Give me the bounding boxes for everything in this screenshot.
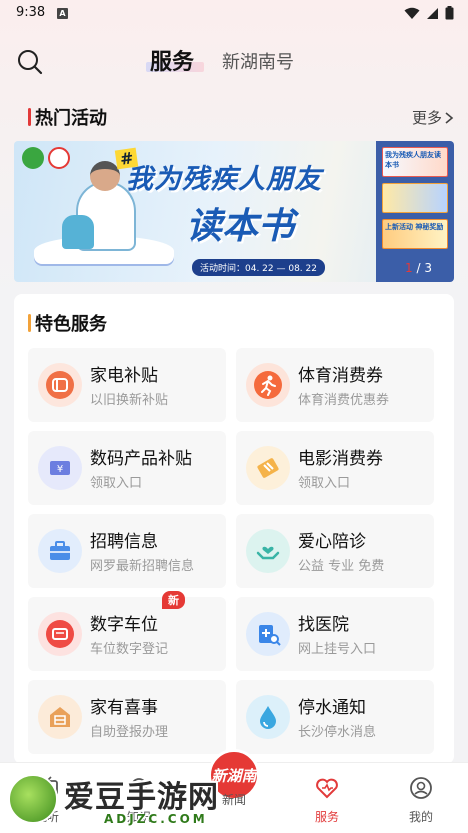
service-desc: 以旧换新补贴	[90, 393, 169, 408]
service-desc: 长沙停水消息	[298, 725, 377, 740]
battery-icon	[445, 6, 454, 20]
parking-icon	[38, 612, 82, 656]
service-desc: 自助登报办理	[90, 725, 169, 740]
service-appliance-subsidy[interactable]: 家电补贴 以旧换新补贴	[28, 348, 226, 422]
status-bar: 9:38 A	[0, 0, 468, 28]
special-services-title: 特色服务	[35, 314, 107, 335]
chevron-right-icon	[445, 111, 454, 124]
watermark-url: ADJZC.COM	[104, 812, 208, 826]
banner-total-pages: / 3	[416, 261, 433, 275]
service-name: 招聘信息	[90, 532, 158, 552]
service-name: 找医院	[298, 615, 349, 635]
service-caring-escort[interactable]: 爱心陪诊 公益 专业 免费	[236, 514, 434, 588]
wifi-icon	[404, 7, 420, 19]
search-button[interactable]	[16, 48, 44, 76]
notification-icon: A	[57, 8, 68, 19]
signal-icon	[427, 7, 438, 19]
status-indicators	[404, 6, 454, 20]
service-name: 数字车位	[90, 615, 158, 635]
tab-xinhunan-account[interactable]: 新湖南号	[222, 48, 294, 74]
hospital-search-icon	[246, 612, 290, 656]
nav-label: 服务	[314, 810, 339, 824]
tab-service[interactable]: 服务	[150, 44, 194, 76]
movie-ticket-icon	[246, 446, 290, 490]
new-badge: 新	[162, 591, 185, 609]
service-name: 家电补贴	[90, 366, 158, 386]
service-digital-parking[interactable]: 数字车位 车位数字登记 新	[28, 591, 226, 671]
ticket-yuan-icon: ¥	[38, 446, 82, 490]
top-header: 服务 新湖南号	[0, 40, 468, 84]
child-illustration	[62, 215, 94, 249]
banner-thumb[interactable]	[382, 183, 448, 213]
service-movie-voucher[interactable]: 电影消费券 领取入口	[236, 431, 434, 505]
heart-service-icon	[316, 778, 338, 799]
service-recruitment[interactable]: 招聘信息 网罗最新招聘信息	[28, 514, 226, 588]
section-accent-bar	[28, 314, 31, 332]
service-name: 体育消费券	[298, 366, 383, 386]
banner-current-page: 1	[405, 261, 413, 275]
more-link[interactable]: 更多	[412, 107, 454, 128]
service-find-hospital[interactable]: 找医院 网上挂号入口	[236, 597, 434, 671]
water-drop-icon	[246, 695, 290, 739]
service-desc: 公益 专业 免费	[298, 559, 385, 574]
service-desc: 网上挂号入口	[298, 642, 377, 657]
service-digital-subsidy[interactable]: ¥ 数码产品补贴 领取入口	[28, 431, 226, 505]
search-icon	[18, 50, 43, 75]
service-water-outage[interactable]: 停水通知 长沙停水消息	[236, 680, 434, 754]
organizer-logo	[22, 147, 44, 169]
user-icon	[410, 777, 432, 799]
briefcase-icon	[38, 529, 82, 573]
banner-page-counter: 1 / 3	[405, 261, 432, 275]
banner-thumb[interactable]: 上新活动 神秘奖励	[382, 219, 448, 249]
person-head-illustration	[90, 161, 120, 191]
nav-item-service[interactable]: 服务	[292, 771, 362, 825]
watermark-logo-icon	[8, 774, 58, 824]
service-name: 电影消费券	[298, 449, 383, 469]
site-watermark: 爱豆手游网 ADJZC.COM	[8, 770, 248, 830]
service-desc: 车位数字登记	[90, 642, 169, 657]
service-name: 爱心陪诊	[298, 532, 366, 552]
banner-thumb[interactable]: 我为残疾人朋友读本书	[382, 147, 448, 177]
appliance-icon	[38, 363, 82, 407]
nav-item-profile[interactable]: 我的	[386, 771, 456, 825]
banner-title-line2: 读本书	[186, 206, 295, 247]
special-services-card: 特色服务 家电补贴 以旧换新补贴 体育消费券 体育消费优惠券 ¥ 数码产品补贴 …	[14, 294, 454, 764]
running-icon	[246, 363, 290, 407]
service-name: 数码产品补贴	[90, 449, 192, 469]
service-desc: 网罗最新招聘信息	[90, 559, 195, 574]
banner-date: 活动时间：04. 22 — 08. 22	[192, 259, 325, 276]
service-name: 停水通知	[298, 698, 366, 718]
partner-logo	[48, 147, 70, 169]
banner-title-line1: 我为残疾人朋友	[126, 164, 322, 195]
service-happy-event[interactable]: 家有喜事 自助登报办理	[28, 680, 226, 754]
section-accent-bar	[28, 108, 31, 126]
service-name: 家有喜事	[90, 698, 158, 718]
status-time: 9:38	[16, 5, 46, 20]
service-desc: 体育消费优惠券	[298, 393, 390, 408]
caring-hands-icon	[246, 529, 290, 573]
activity-banner[interactable]: # 我为残疾人朋友 读本书 活动时间：04. 22 — 08. 22 我为残疾人…	[14, 141, 454, 282]
service-sports-voucher[interactable]: 体育消费券 体育消费优惠券	[236, 348, 434, 422]
svg-text:¥: ¥	[57, 464, 63, 475]
hot-activity-title: 热门活动	[35, 108, 107, 129]
celebration-icon	[38, 695, 82, 739]
more-label: 更多	[411, 109, 442, 127]
watermark-text: 爱豆手游网	[64, 780, 219, 815]
service-desc: 领取入口	[90, 476, 143, 491]
nav-label: 我的	[408, 810, 433, 824]
service-desc: 领取入口	[298, 476, 351, 491]
